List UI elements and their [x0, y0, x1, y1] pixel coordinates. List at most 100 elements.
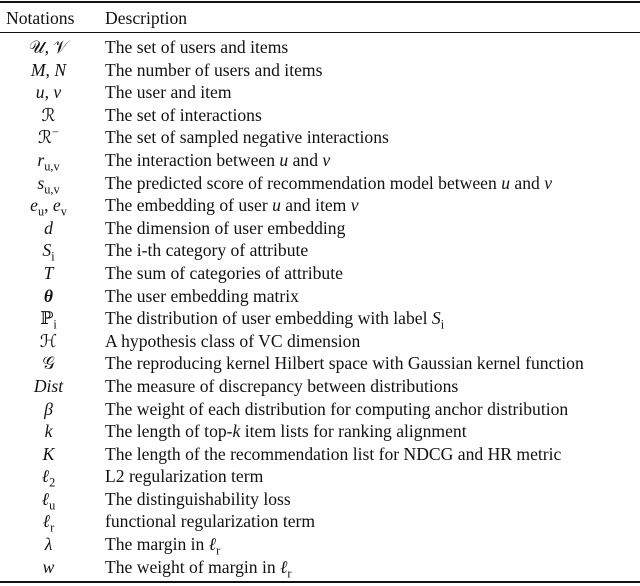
description-text: The dimension of user embedding: [105, 217, 346, 238]
description-text: The predicted score of recommendation mo…: [105, 172, 502, 193]
table-row: d The dimension of user embedding: [0, 217, 640, 240]
table-row: β The weight of each distribution for com…: [0, 398, 640, 421]
notation-cell: ℛ: [0, 104, 97, 127]
description-text: u: [501, 172, 510, 193]
notation-cell: β: [0, 398, 97, 421]
top-rule: [0, 1, 640, 3]
notation-cell: ℋ: [0, 330, 97, 353]
notation-text: −: [52, 125, 59, 140]
notation-text: ℛ: [41, 104, 56, 125]
description-text: The interaction between: [105, 149, 280, 170]
notation-text: ℓ: [42, 511, 51, 532]
notation-cell: 𝒰, 𝒱: [0, 36, 97, 59]
description-text: A hypothesis class of VC dimension: [105, 330, 361, 351]
description-cell: The length of the recommendation list fo…: [105, 443, 561, 466]
notation-cell: ℙi: [0, 307, 97, 331]
description-text: v: [322, 149, 331, 170]
header-description: Description: [105, 8, 188, 28]
notation-text: u: [35, 82, 45, 103]
notation-cell: T: [0, 262, 97, 285]
table-row: 𝒢 The reproducing kernel Hilbert space wi…: [0, 352, 640, 375]
description-text: The length of top-: [105, 421, 233, 442]
notation-cell: M, N: [0, 59, 97, 82]
notation-cell: ℛ−: [0, 126, 97, 149]
description-text: v: [350, 195, 359, 216]
table-row: ℓ2 L2 regularization term: [0, 465, 640, 489]
description-text: The user and item: [105, 82, 232, 103]
notation-text: T: [43, 262, 54, 283]
description-cell: The reproducing kernel Hilbert space wit…: [105, 352, 584, 375]
notation-text: λ: [44, 534, 53, 555]
notation-text: e: [52, 195, 61, 216]
description-cell: The dimension of user embedding: [105, 217, 345, 240]
table-row: Si The i-th category of attribute: [0, 239, 640, 263]
table-row: ℛ The set of interactions: [0, 104, 640, 127]
description-cell: The distinguishability loss: [105, 488, 291, 511]
description-text: The user embedding matrix: [105, 285, 299, 306]
notation-text: θ: [43, 285, 54, 306]
notation-text: Dist: [33, 375, 64, 396]
notation-text: M: [30, 59, 46, 80]
table-row: K The length of the recommendation list f…: [0, 443, 640, 466]
description-text: The weight of margin in: [105, 556, 281, 577]
notation-cell: d: [0, 217, 97, 240]
notation-text: ,: [44, 195, 53, 216]
notation-text: d: [44, 217, 53, 238]
description-cell: The weight of each distribution for comp…: [105, 398, 568, 421]
description-text: The length of the recommendation list fo…: [105, 443, 562, 464]
description-cell: A hypothesis class of VC dimension: [105, 330, 360, 353]
description-text: u: [272, 195, 281, 216]
description-cell: The embedding of user u and item v: [105, 194, 359, 217]
notation-text: N: [54, 59, 67, 80]
table-row: θ The user embedding matrix: [0, 285, 640, 308]
notation-cell: ℓr: [0, 510, 97, 534]
description-text: v: [544, 172, 552, 193]
notation-text: ℓ: [41, 466, 50, 487]
notation-cell: Si: [0, 239, 97, 263]
notation-text: ℓ: [41, 488, 50, 509]
description-text: u: [279, 149, 289, 170]
table-row: Dist The measure of discrepancy between d…: [0, 375, 640, 398]
description-cell: The user and item: [105, 81, 232, 104]
description-cell: The length of top-k item lists for ranki…: [105, 420, 467, 443]
description-cell: functional regularization term: [105, 510, 315, 533]
notation-cell: su,v: [0, 172, 97, 196]
description-cell: The set of users and items: [105, 36, 288, 59]
description-text: L2 regularization term: [105, 466, 264, 487]
description-text: and item: [280, 195, 351, 216]
header-rule: [0, 32, 640, 33]
notation-cell: θ: [0, 285, 97, 308]
description-cell: The weight of margin in ℓr: [105, 556, 292, 580]
notation-cell: ℓ2: [0, 465, 97, 489]
notation-text: ℙ: [40, 308, 54, 329]
description-cell: The distribution of user embedding with …: [105, 307, 444, 331]
description-cell: The interaction between u and v: [105, 149, 330, 172]
table-row: λ The margin in ℓr: [0, 533, 640, 557]
notation-cell: λ: [0, 533, 97, 556]
notation-text: K: [42, 443, 55, 464]
notation-text: ℛ: [38, 127, 53, 148]
notation-cell: ru,v: [0, 149, 97, 173]
description-text: The distinguishability loss: [105, 488, 291, 509]
table-row: su,v The predicted score of recommendatio…: [0, 172, 640, 196]
description-text: The number of users and items: [105, 59, 323, 80]
description-text: The sum of categories of attribute: [105, 262, 343, 283]
description-cell: The measure of discrepancy between distr…: [105, 375, 458, 398]
notation-text: e: [30, 195, 38, 216]
description-text: The measure of discrepancy between distr…: [105, 375, 459, 396]
header-notations: Notations: [6, 8, 75, 28]
description-text: The set of sampled negative interactions: [105, 127, 389, 148]
notation-text: 𝒢: [42, 353, 55, 374]
description-cell: The sum of categories of attribute: [105, 262, 343, 285]
description-text: The set of interactions: [105, 104, 262, 125]
notation-text: β: [44, 398, 53, 419]
notation-text: S: [42, 240, 52, 261]
description-cell: The i-th category of attribute: [105, 239, 308, 262]
notation-cell: K: [0, 443, 97, 466]
description-cell: The set of interactions: [105, 104, 262, 127]
description-text: functional regularization term: [105, 511, 316, 532]
description-cell: L2 regularization term: [105, 465, 263, 488]
notation-cell: eu, ev: [0, 194, 97, 218]
description-cell: The set of sampled negative interactions: [105, 126, 389, 149]
table-row: ℙi The distribution of user embedding wit…: [0, 307, 640, 331]
